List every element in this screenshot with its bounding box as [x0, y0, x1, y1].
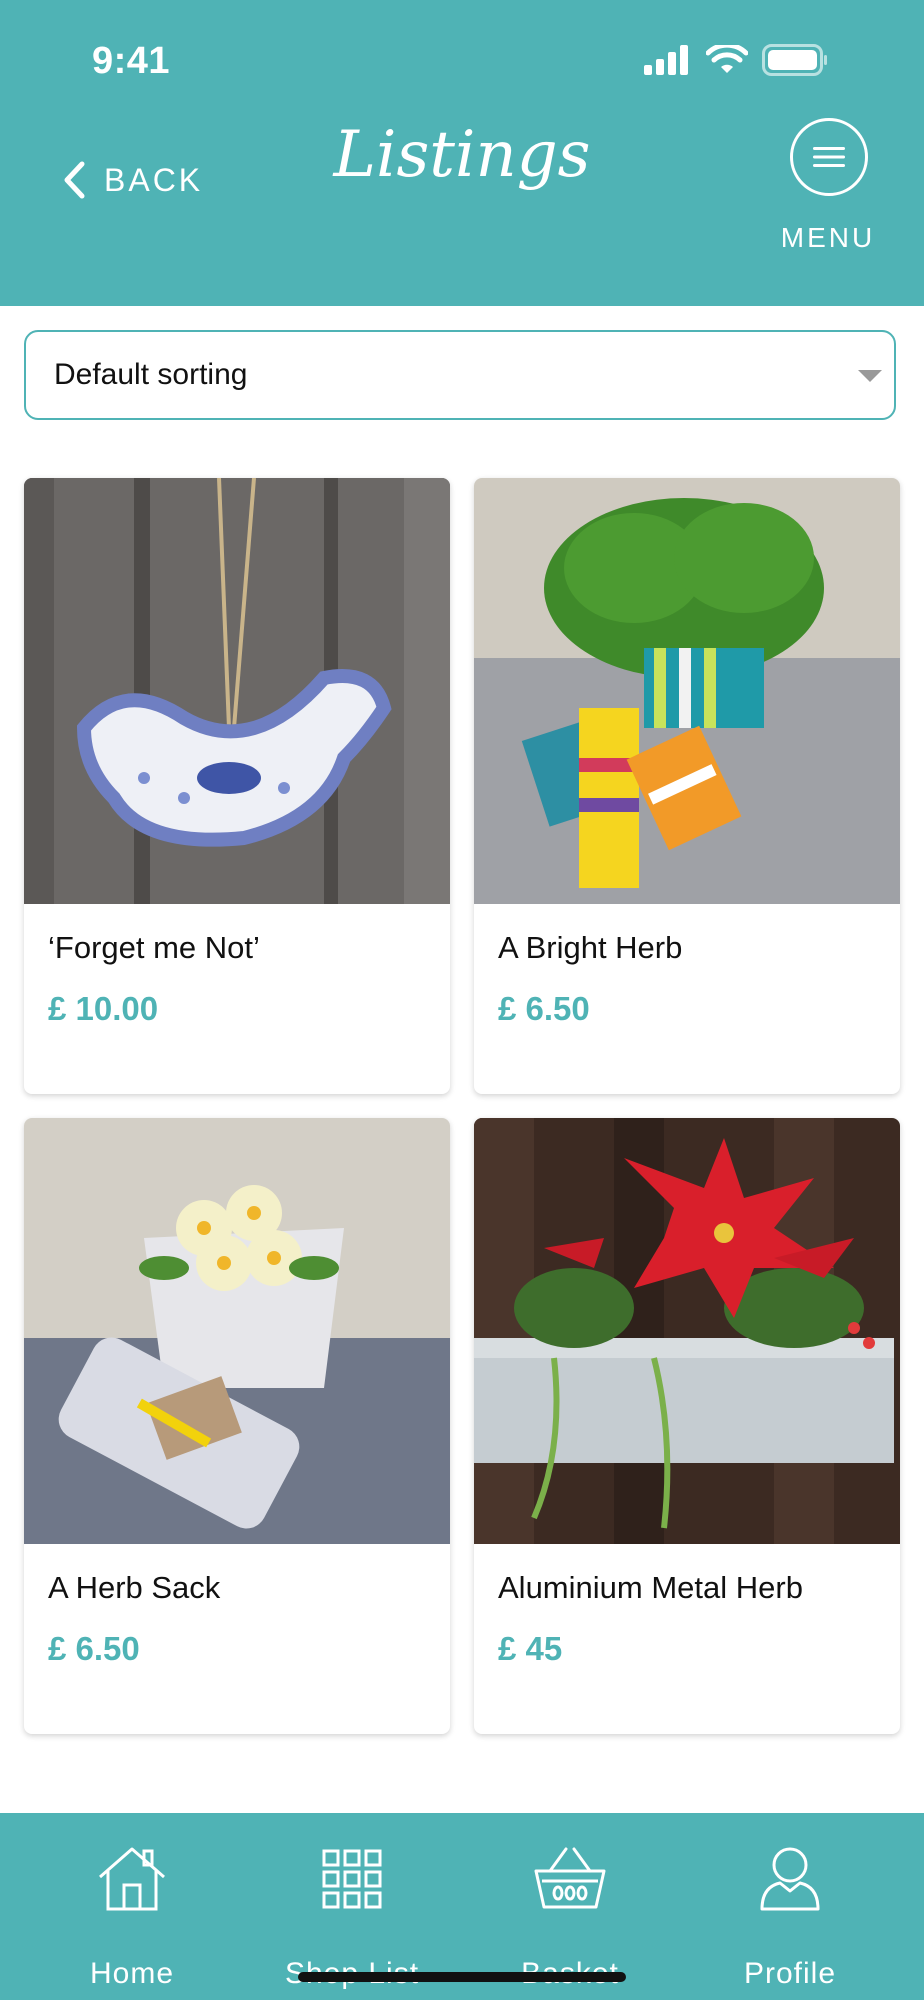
tab-label: Profile: [743, 1957, 837, 1990]
tab-label: Home: [89, 1957, 175, 1990]
sort-selected-value: Default sorting: [54, 358, 248, 391]
product-card[interactable]: A Herb Sack £ 6.50: [24, 1118, 450, 1734]
product-image[interactable]: [474, 478, 900, 904]
home-indicator[interactable]: [298, 1972, 626, 1982]
header-bar: 9:41 BACK Listings MENU: [0, 0, 924, 306]
basket-icon: [534, 1847, 606, 1909]
product-card[interactable]: Aluminium Metal Herb £ 45: [474, 1118, 900, 1734]
menu-label: MENU: [780, 222, 876, 253]
dropdown-arrow-icon: [858, 370, 882, 382]
battery-icon: [762, 44, 827, 76]
sort-select[interactable]: Default sorting: [24, 330, 896, 420]
product-name[interactable]: ‘Forget me Not’: [48, 930, 260, 966]
product-price: £ 45: [498, 1630, 563, 1667]
product-name[interactable]: Aluminium Metal Herb: [498, 1570, 803, 1606]
hamburger-icon: [813, 147, 845, 167]
product-price: £ 6.50: [48, 1630, 140, 1667]
product-card[interactable]: A Bright Herb £ 6.50: [474, 478, 900, 1094]
page-title: Listings: [333, 118, 591, 192]
product-card[interactable]: ‘Forget me Not’ £ 10.00: [24, 478, 450, 1094]
home-icon: [99, 1847, 165, 1911]
grid-icon: [322, 1849, 382, 1909]
profile-icon: [760, 1847, 820, 1911]
product-name[interactable]: A Bright Herb: [498, 930, 682, 966]
signal-icon: [644, 45, 688, 75]
wifi-icon: [706, 45, 748, 73]
product-price: £ 6.50: [498, 990, 590, 1027]
status-icons: [644, 44, 828, 76]
product-price: £ 10.00: [48, 990, 159, 1027]
product-name[interactable]: A Herb Sack: [48, 1570, 220, 1606]
product-image[interactable]: [474, 1118, 900, 1544]
status-time: 9:41: [92, 40, 171, 82]
product-image[interactable]: [24, 478, 450, 904]
product-image[interactable]: [24, 1118, 450, 1544]
menu-button[interactable]: [790, 118, 868, 196]
